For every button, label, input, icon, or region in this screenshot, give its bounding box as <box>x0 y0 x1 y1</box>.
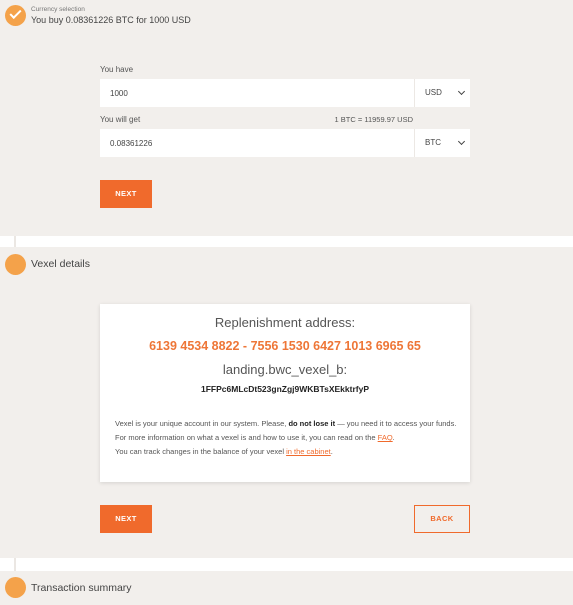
vexel-number: 6139 4534 8822 - 7556 1530 6427 1013 696… <box>149 339 421 353</box>
chevron-down-icon <box>457 137 466 146</box>
you-have-label: You have <box>100 65 134 74</box>
checkmark-icon <box>9 6 22 20</box>
info-text: . <box>392 433 395 442</box>
wallet-address: 1FFPc6MLcDt523gnZgj9WKBTsXEkktrfyP <box>201 384 369 394</box>
you-will-get-field: BTC <box>100 129 470 157</box>
transaction-summary-panel: Transaction summary <box>0 571 573 605</box>
you-will-get-label: You will get <box>100 115 141 124</box>
currency-next-button[interactable]: NEXT <box>100 180 152 208</box>
replenishment-title: Replenishment address: <box>214 315 356 330</box>
exchange-rate: 1 BTC = 11959.97 USD <box>334 115 413 124</box>
step-done-marker <box>5 5 26 26</box>
step-title: Vexel details <box>31 258 90 270</box>
vexel-card: Replenishment address: 6139 4534 8822 - … <box>100 304 470 482</box>
get-currency-value: BTC <box>425 138 441 147</box>
step-pending-marker <box>5 577 26 598</box>
track-end-text: . <box>330 447 333 456</box>
wallet-label: landing.bwc_vexel_b: <box>222 362 348 377</box>
track-text: You can track changes in the balance of … <box>115 447 287 456</box>
you-have-input[interactable] <box>100 79 413 107</box>
vexel-info-text: Vexel is your unique account in our syst… <box>115 417 460 459</box>
step-title: Transaction summary <box>31 582 132 594</box>
have-currency-select[interactable]: USD <box>414 79 470 107</box>
info-text: Vexel is your unique account in our syst… <box>115 419 289 428</box>
get-currency-select[interactable]: BTC <box>414 129 470 157</box>
have-currency-value: USD <box>425 88 442 97</box>
you-have-field: USD <box>100 79 470 107</box>
step-summary: You buy 0.08361226 BTC for 1000 USD <box>31 15 191 25</box>
vexel-back-button[interactable]: BACK <box>414 505 470 533</box>
currency-selection-panel: Currency selection You buy 0.08361226 BT… <box>0 0 573 236</box>
you-will-get-input[interactable] <box>100 129 413 157</box>
cabinet-link[interactable]: in the cabinet <box>286 447 331 456</box>
vexel-details-panel: Vexel details Replenishment address: 613… <box>0 247 573 558</box>
chevron-down-icon <box>457 87 466 96</box>
info-bold-text: do not lose it <box>288 419 336 428</box>
step-subtitle: Currency selection <box>31 6 85 13</box>
step-active-marker <box>5 254 26 275</box>
faq-link[interactable]: FAQ <box>378 433 393 442</box>
vexel-next-button[interactable]: NEXT <box>100 505 152 533</box>
